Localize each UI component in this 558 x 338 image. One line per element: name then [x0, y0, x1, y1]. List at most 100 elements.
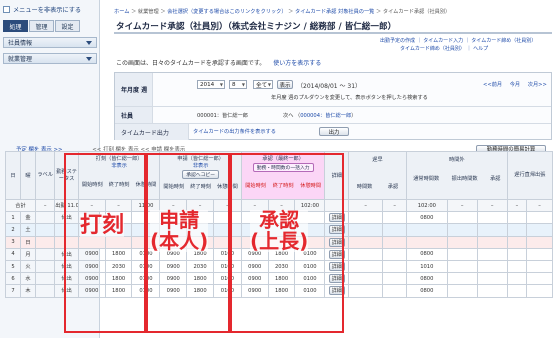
punch-end-cell: 2030 — [104, 259, 133, 274]
table-row: 5 火休出 0900 2030 0100 0900 2030 0100 0900 2030 0100… — [5, 259, 553, 274]
normal-hours-col: 通常時間数 — [413, 176, 440, 182]
tab-process[interactable]: 処理 — [3, 20, 28, 32]
link-timecard-input[interactable]: タイムカード入力 — [423, 38, 463, 44]
detail-button[interactable]: 詳細 — [328, 274, 345, 284]
output-conditions-link[interactable]: タイムカードの出力条件を表示する — [193, 128, 276, 135]
status-cell: 休出 — [54, 211, 79, 225]
col-status-text: 勤務ステータス — [56, 168, 77, 182]
nav-links: <<前月 今月 次月>> — [483, 81, 547, 88]
day-cell: 3 — [5, 235, 21, 249]
col-holiday-group: 遅行直帰出張 — [506, 151, 554, 200]
total-label: 合計 — [5, 198, 36, 213]
late-approve-cell — [382, 272, 407, 286]
this-month-link[interactable]: 今月 — [510, 82, 520, 88]
display-button[interactable]: 表示 — [277, 80, 293, 89]
col-status: 勤務ステータス — [54, 151, 79, 200]
apply-overlay-label: 申請 (本人) — [150, 208, 209, 253]
detail-cell: 詳細 — [324, 247, 350, 261]
apply-break-cell: 0100 — [212, 259, 242, 274]
holiday-cell — [506, 272, 528, 286]
apply-hide-link[interactable]: 非表示 — [161, 162, 240, 169]
breadcrumb-home[interactable]: ホーム — [114, 9, 129, 15]
label-cell — [34, 235, 56, 249]
detail-button[interactable]: 詳細 — [328, 213, 345, 223]
detail-button[interactable]: 詳細 — [328, 262, 345, 272]
punch-break-cell: 0100 — [131, 272, 161, 286]
next-label: 次へ — [283, 113, 294, 119]
sidebar-menu-employee[interactable]: 社員情報 — [3, 37, 97, 48]
late-hours-cell — [348, 259, 384, 274]
sidebar-menu-label: 社員情報 — [8, 40, 33, 47]
menu-toggle[interactable]: メニューを非表示にする — [3, 4, 99, 15]
late-hours-cell — [348, 211, 384, 225]
apply-break-cell: 0100 — [212, 284, 242, 298]
next-month-link[interactable]: 次月>> — [528, 82, 547, 88]
prev-month-link[interactable]: <<前月 — [483, 82, 502, 88]
late-approve-cell — [382, 247, 407, 261]
label-cell — [34, 272, 56, 286]
usage-link[interactable]: 使い方を表示する — [273, 60, 321, 67]
header-links-2: タイムカード締め（社員別） ｜ ヘルプ — [400, 46, 489, 52]
copy-to-approve-button[interactable]: 承認へコピー — [182, 170, 219, 179]
bulk-input-button[interactable]: 勤務・時間数の一括入力 — [252, 163, 314, 172]
period-hint: 年月度 週のプルダウンを変更して、表示ボタンを押したら検索する — [271, 95, 428, 101]
month-select[interactable]: 8 — [229, 80, 247, 89]
holiday-cell — [506, 223, 528, 237]
breadcrumb-company[interactable]: 会社選択（変更する場合はこのリンクをクリック） — [167, 9, 286, 15]
total-normal-hours: 102:00 — [405, 198, 448, 213]
filter-form: 年月度 週 2014 8 全て 表示 （2014/08/01 ～ 31） <<前… — [114, 72, 552, 140]
approve-end-cell: 1800 — [267, 284, 296, 298]
col-weekday: 曜 — [20, 151, 36, 200]
apply-end-col: 終了時刻 — [190, 184, 211, 190]
late-hours-cell — [348, 247, 384, 261]
period-label: 年月度 週 — [115, 73, 153, 106]
header-links: 出勤予定の作成 ｜ タイムカード入力 ｜ タイムカード締め（社員別） — [380, 38, 537, 44]
absence-cell — [526, 259, 553, 274]
weekday-cell: 日 — [20, 235, 36, 249]
next-employee-link[interactable]: 000004：皆仁総一郎 — [300, 113, 351, 119]
tab-settings[interactable]: 設定 — [55, 20, 80, 32]
overtime-approve-cell — [476, 235, 508, 249]
sidebar-tabs: 処理 管理 設定 — [3, 20, 80, 32]
link-timecard-close[interactable]: タイムカード締め（社員別） — [471, 38, 536, 44]
apply-end-cell: 1800 — [186, 284, 214, 298]
approve-break-col: 休憩時間 — [300, 183, 322, 189]
apply-start-cell: 0900 — [159, 259, 188, 274]
status-cell — [54, 223, 79, 237]
punch-start-cell: 0900 — [77, 259, 106, 274]
late-approve-col: 承認 — [387, 184, 399, 190]
holiday-cell — [506, 211, 528, 225]
punch-end-cell: 1800 — [104, 284, 133, 298]
breadcrumb-list[interactable]: タイムカード承認 対象社員の一覧 — [295, 9, 374, 15]
late-header: 遅早 — [372, 157, 383, 163]
weekday-cell: 月 — [20, 247, 36, 261]
label-cell — [34, 284, 56, 298]
status-cell: 休出 — [54, 284, 79, 298]
approve-break-cell: 0100 — [294, 272, 326, 286]
total-status: 出勤 11.0 — [54, 198, 79, 213]
output-button[interactable]: 出力 — [319, 127, 349, 136]
chevron-down-icon — [86, 56, 92, 61]
punch-hide-link[interactable]: 非表示 — [79, 162, 158, 169]
sidebar-menu-attendance[interactable]: 就業管理 — [3, 53, 97, 64]
normal-hours-cell — [405, 223, 448, 237]
approve-break-cell: 0100 — [294, 259, 326, 274]
employee-next: 次へ （000004：皆仁総一郎） — [283, 113, 357, 119]
tab-manage[interactable]: 管理 — [29, 20, 54, 32]
menu-toggle-label[interactable]: メニューを非表示にする — [13, 5, 81, 14]
link-timecard-close-2[interactable]: タイムカード締め（社員別） — [400, 46, 465, 52]
link-plan[interactable]: 出勤予定の作成 — [380, 38, 415, 44]
late-hours-cell — [348, 272, 384, 286]
detail-button[interactable]: 詳細 — [328, 225, 345, 235]
detail-button[interactable]: 詳細 — [328, 237, 345, 247]
col-overtime-group: 時間外 通常時間数 振出時間数 承認 — [405, 151, 508, 200]
normal-hours-cell: 0800 — [405, 247, 448, 261]
week-select[interactable]: 全て — [253, 80, 273, 89]
label-cell — [34, 247, 56, 261]
year-select[interactable]: 2014 — [197, 80, 225, 89]
normal-hours-cell: 0800 — [405, 284, 448, 298]
checkbox-icon[interactable] — [3, 6, 10, 13]
detail-button[interactable]: 詳細 — [328, 249, 345, 259]
link-help[interactable]: ヘルプ — [473, 46, 488, 52]
detail-button[interactable]: 詳細 — [328, 286, 345, 296]
